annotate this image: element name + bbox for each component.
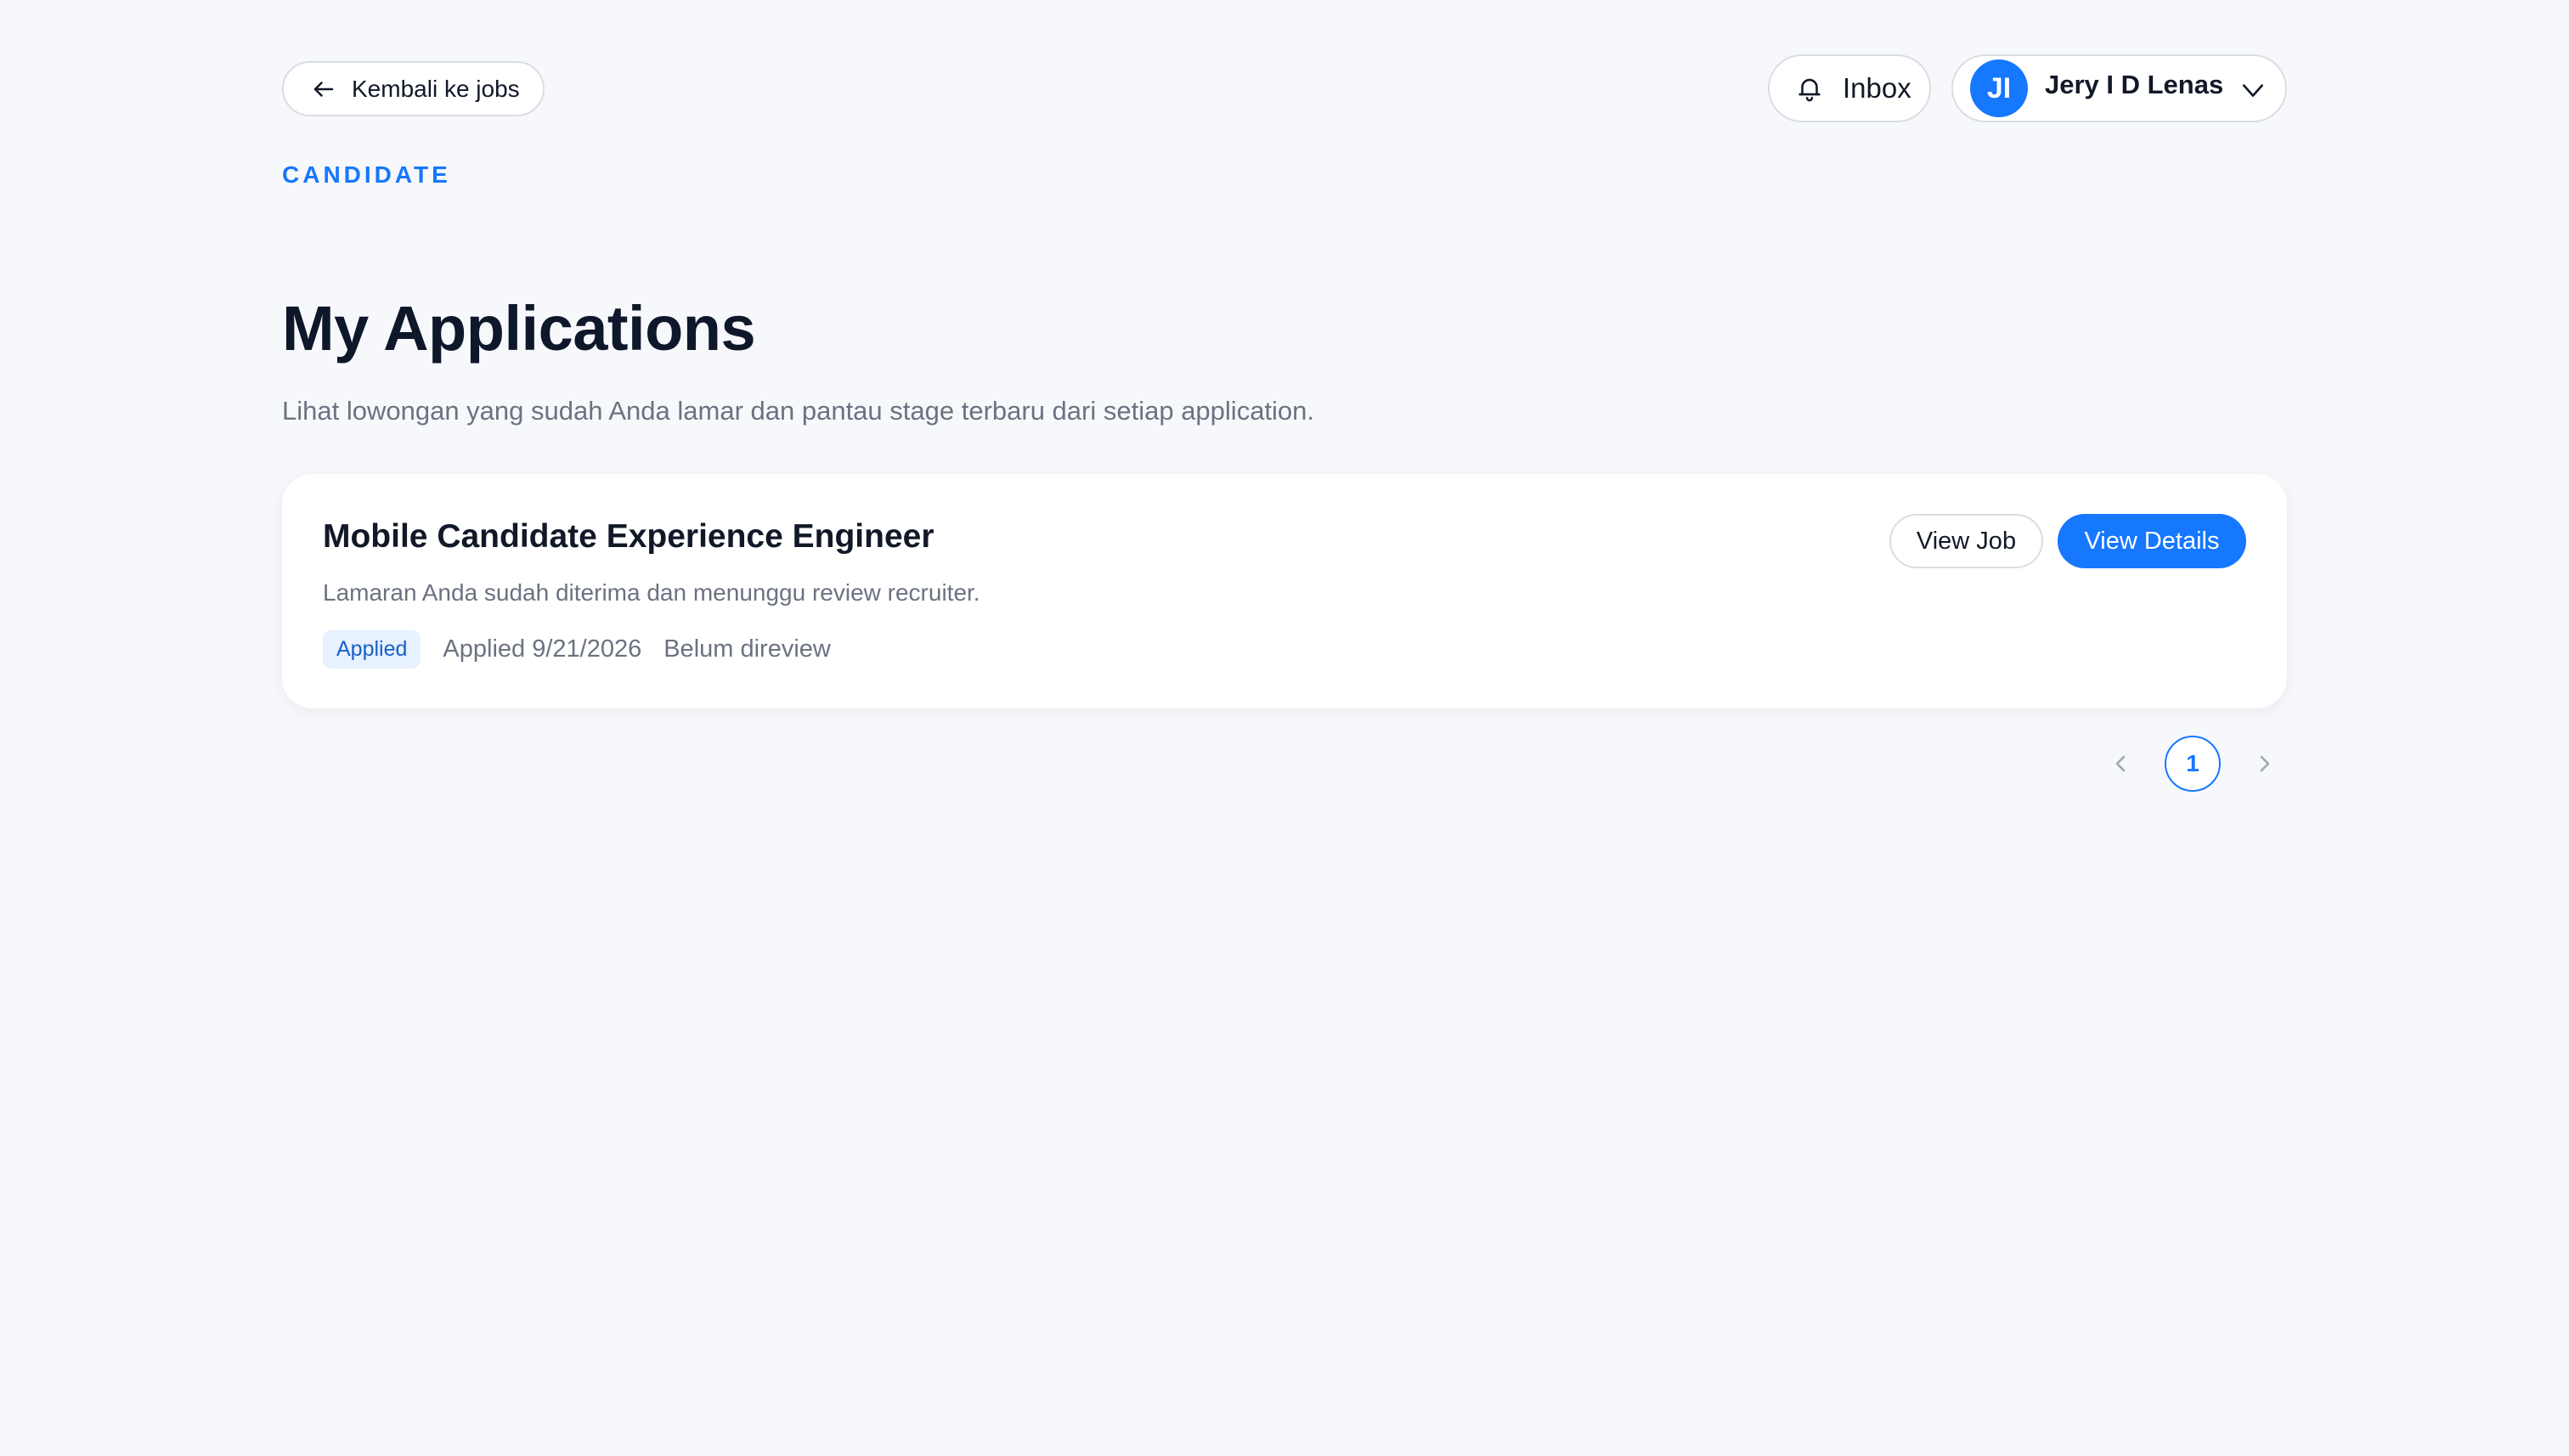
user-menu-button[interactable]: JI Jery I D Lenas: [1951, 54, 2287, 122]
user-name: Jery I D Lenas: [2045, 70, 2224, 99]
pagination-page-1[interactable]: 1: [2165, 736, 2221, 792]
avatar: JI: [1970, 59, 2028, 117]
chevron-down-icon: [2243, 84, 2263, 97]
back-to-jobs-button[interactable]: Kembali ke jobs: [282, 61, 545, 116]
page-title: My Applications: [282, 293, 756, 364]
inbox-button[interactable]: Inbox: [1768, 54, 1931, 122]
application-description: Lamaran Anda sudah diterima dan menunggu…: [323, 579, 980, 606]
page-subtitle: Lihat lowongan yang sudah Anda lamar dan…: [282, 396, 1315, 426]
page: Kembali ke jobs CANDIDATE Inbox JI Jery …: [0, 0, 2569, 1456]
application-meta: Applied Applied 9/21/2026 Belum direview: [323, 630, 831, 669]
inbox-label: Inbox: [1843, 72, 1911, 104]
back-to-jobs-label: Kembali ke jobs: [352, 75, 520, 102]
view-job-button[interactable]: View Job: [1889, 514, 2043, 568]
chevron-right-icon[interactable]: [2251, 750, 2278, 777]
status-badge: Applied: [323, 630, 421, 669]
job-title: Mobile Candidate Experience Engineer: [323, 518, 934, 555]
review-status: Belum direview: [663, 635, 831, 663]
arrow-left-icon: [313, 81, 334, 97]
bell-icon: [1798, 78, 1821, 102]
section-eyebrow: CANDIDATE: [282, 161, 451, 188]
pagination: 1: [2107, 736, 2277, 792]
applied-date: Applied 9/21/2026: [443, 635, 642, 663]
view-details-button[interactable]: View Details: [2058, 514, 2246, 568]
application-card: Mobile Candidate Experience Engineer Lam…: [282, 474, 2287, 708]
chevron-left-icon[interactable]: [2107, 750, 2134, 777]
